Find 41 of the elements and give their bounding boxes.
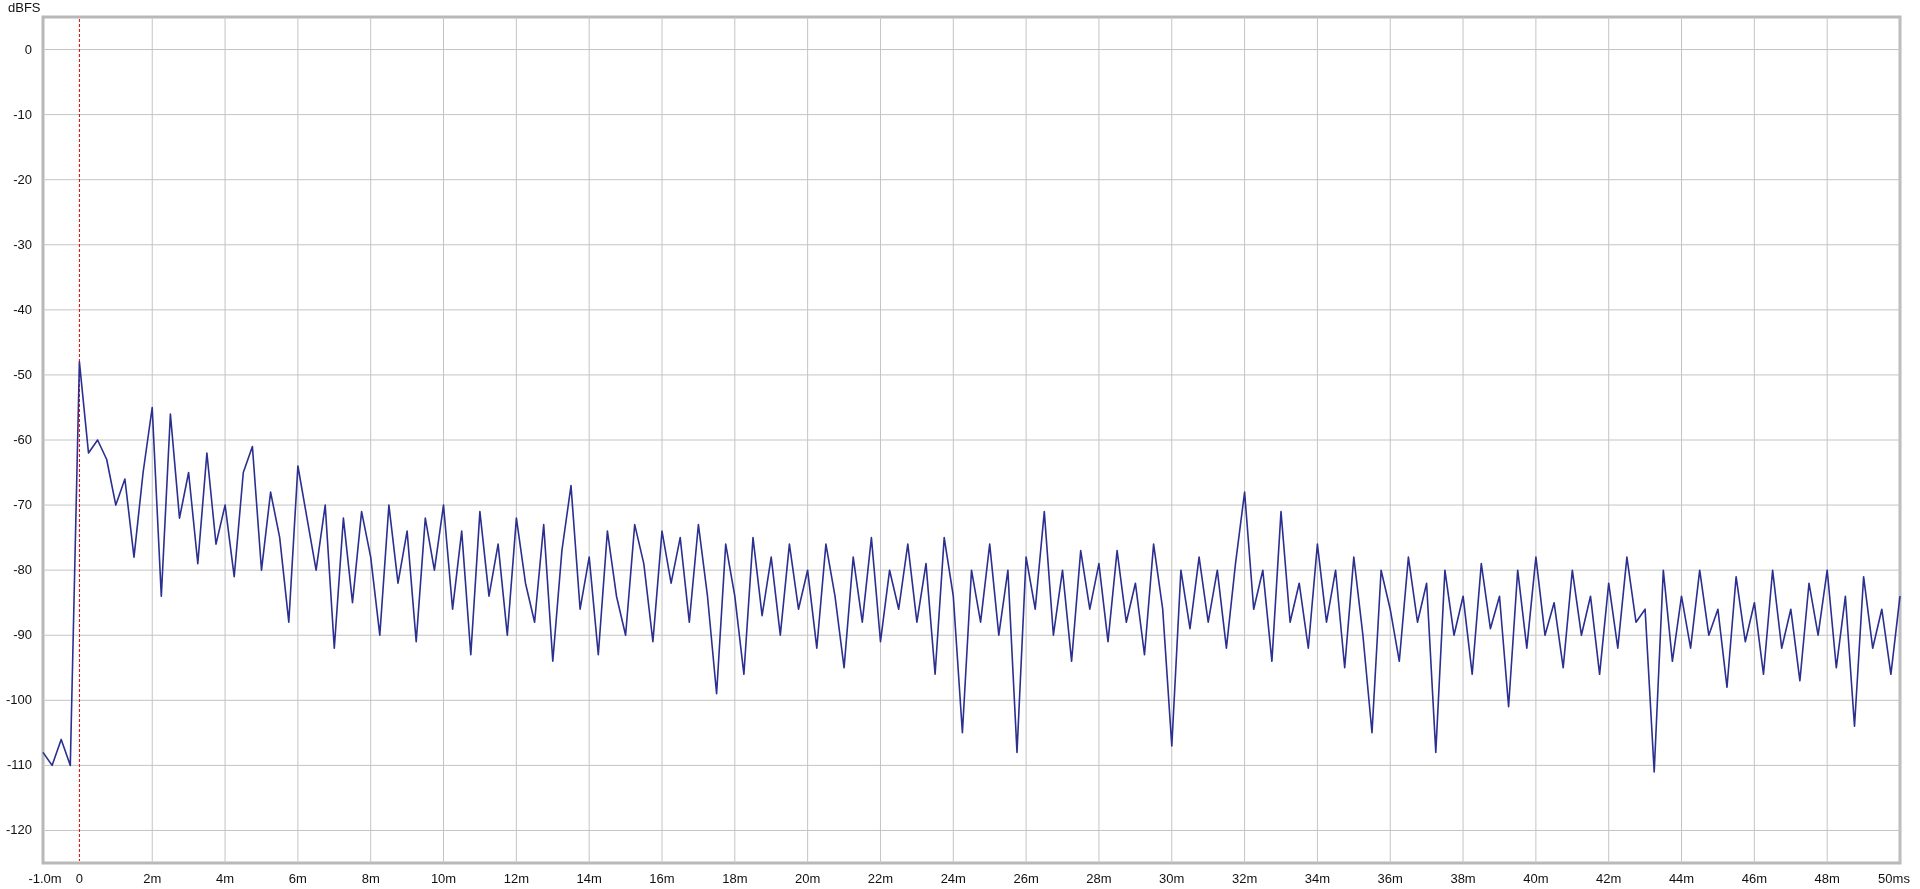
x-tick-label: 14m: [576, 871, 602, 886]
y-tick-label: -40: [13, 301, 32, 317]
x-tick-label: 12m: [503, 871, 529, 886]
y-tick-label: -60: [13, 432, 32, 447]
x-tick-label: 28m: [1086, 871, 1112, 886]
x-tick-label: 8m: [361, 871, 380, 886]
x-tick-label: 20m: [795, 871, 821, 886]
y-tick-label: -70: [13, 497, 32, 513]
x-tick-label: 30m: [1159, 871, 1185, 886]
x-tick-label: 34m: [1304, 871, 1331, 886]
y-tick-label: -80: [13, 562, 32, 578]
x-tick-label: 38m: [1450, 871, 1476, 886]
x-tick-label: 50ms: [1878, 871, 1910, 886]
x-tick-label: 0: [75, 871, 84, 886]
x-tick-label: 16m: [649, 871, 675, 886]
y-tick-label: -120: [5, 822, 32, 838]
x-tick-label: 46m: [1741, 871, 1767, 886]
x-tick-label: 48m: [1814, 871, 1840, 886]
x-tick-label: 24m: [940, 871, 966, 886]
x-tick-label: 4m: [216, 871, 235, 886]
y-tick-label: -30: [13, 236, 32, 252]
x-tick-label: 2m: [143, 871, 162, 886]
x-tick-label: 44m: [1668, 871, 1695, 886]
y-tick-label: -10: [13, 106, 32, 122]
y-tick-label: -110: [6, 757, 32, 773]
x-tick-label: 40m: [1523, 871, 1549, 886]
x-tick-label: 6m: [288, 871, 307, 886]
x-tick-label: 10m: [430, 871, 457, 886]
y-tick-label: 0: [24, 41, 32, 57]
x-tick-label: 26m: [1013, 871, 1039, 886]
y-tick-label: -100: [5, 692, 32, 708]
x-tick-label: 42m: [1596, 871, 1622, 886]
x-tick-label: 32m: [1231, 871, 1258, 886]
x-tick-label: -1.0m: [28, 871, 62, 886]
x-tick-label: 36m: [1377, 871, 1403, 886]
y-tick-label: -90: [13, 627, 32, 643]
x-tick-label: 22m: [867, 871, 894, 886]
y-axis-label: dBFS: [8, 0, 41, 15]
y-tick-label: -20: [13, 171, 32, 187]
x-tick-label: 18m: [722, 871, 748, 886]
y-tick-label: -50: [13, 366, 32, 382]
